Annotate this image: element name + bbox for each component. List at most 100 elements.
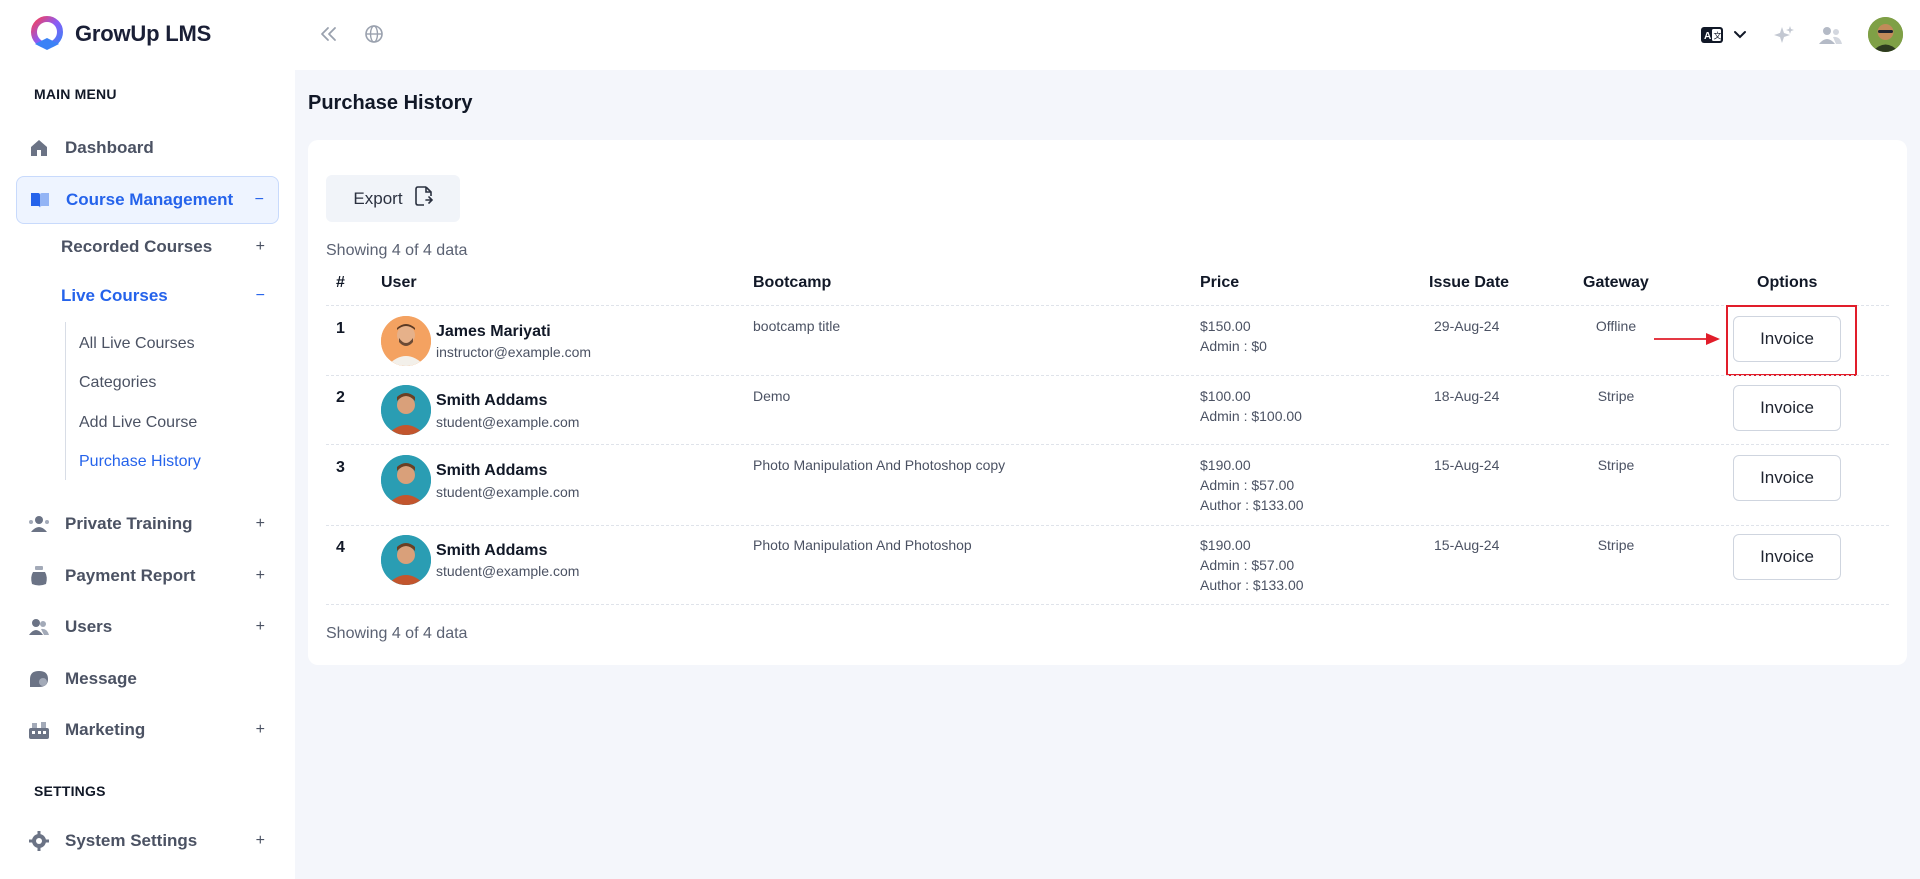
expand-toggle-icon[interactable]: +: [256, 721, 265, 739]
gateway: Stripe: [1597, 457, 1635, 473]
sidebar-item-marketing[interactable]: Marketing +: [16, 706, 279, 754]
home-icon: [28, 137, 50, 159]
row-number: 2: [336, 389, 345, 406]
language-icon[interactable]: A文: [1699, 24, 1725, 46]
collapse-sidebar-icon[interactable]: [316, 23, 342, 45]
user-avatar: [381, 316, 431, 366]
row-divider: [326, 305, 1889, 306]
pagination-summary-bottom: Showing 4 of 4 data: [326, 625, 468, 642]
gateway: Stripe: [1597, 388, 1635, 404]
sidebar-item-live-courses[interactable]: Live Courses −: [61, 279, 279, 313]
invoice-button[interactable]: Invoice: [1733, 534, 1841, 580]
price-total: $150.00: [1200, 318, 1251, 334]
main-menu-label: MAIN MENU: [34, 86, 117, 102]
expand-toggle-icon[interactable]: +: [256, 238, 265, 256]
sidebar: GrowUp LMS MAIN MENU Dashboard Course Ma…: [0, 0, 295, 879]
issue-date: 15-Aug-24: [1434, 537, 1500, 553]
sidebar-item-course-management[interactable]: Course Management −: [16, 176, 279, 224]
training-icon: [28, 513, 50, 535]
price-total: $100.00: [1200, 388, 1251, 404]
sidebar-item-categories[interactable]: Categories: [79, 369, 156, 397]
price-author: Author : $133.00: [1200, 577, 1304, 593]
pointer-arrow-icon: [1652, 331, 1722, 352]
sidebar-item-label: Payment Report: [65, 566, 196, 585]
row-divider: [326, 604, 1889, 605]
sidebar-item-system-settings[interactable]: System Settings +: [16, 817, 279, 865]
expand-toggle-icon[interactable]: +: [256, 832, 265, 850]
user-avatar: [381, 535, 431, 585]
sidebar-item-users[interactable]: Users +: [16, 603, 279, 651]
purchase-history-card: [308, 140, 1907, 665]
book-icon: [29, 189, 51, 211]
price-admin: Admin : $57.00: [1200, 477, 1295, 493]
expand-toggle-icon[interactable]: +: [256, 567, 265, 585]
sidebar-item-label: Users: [65, 617, 113, 636]
sidebar-item-label: All Live Courses: [79, 335, 195, 352]
logo-icon: [31, 16, 63, 50]
column-header-bootcamp: Bootcamp: [753, 274, 832, 291]
user-name: James Mariyati: [436, 323, 551, 340]
user-name: Smith Addams: [436, 462, 548, 479]
row-divider: [326, 375, 1889, 376]
marketing-icon: [28, 719, 50, 741]
sidebar-item-purchase-history[interactable]: Purchase History: [79, 448, 201, 476]
collapse-toggle-icon[interactable]: −: [256, 287, 265, 305]
invoice-button[interactable]: Invoice: [1733, 385, 1841, 431]
expand-toggle-icon[interactable]: +: [256, 618, 265, 636]
user-email: student@example.com: [436, 414, 580, 430]
row-number: 1: [336, 320, 345, 337]
sidebar-item-private-training[interactable]: Private Training +: [16, 500, 279, 548]
bootcamp-name: Demo: [753, 388, 791, 404]
user-email: student@example.com: [436, 484, 580, 500]
pagination-summary-top: Showing 4 of 4 data: [326, 242, 468, 259]
sidebar-item-payment-report[interactable]: Payment Report +: [16, 552, 279, 600]
row-divider: [326, 444, 1889, 445]
sidebar-item-label: Private Training: [65, 514, 193, 533]
sparkle-icon[interactable]: [1772, 23, 1796, 47]
row-divider: [326, 525, 1889, 526]
sidebar-item-label: Recorded Courses: [61, 237, 213, 256]
collapse-toggle-icon[interactable]: −: [255, 191, 264, 209]
user-name: Smith Addams: [436, 392, 548, 409]
user-email: instructor@example.com: [436, 344, 592, 360]
column-header-gateway: Gateway: [1583, 274, 1649, 291]
sidebar-item-message[interactable]: Message: [16, 655, 279, 703]
bootcamp-name: Photo Manipulation And Photoshop: [753, 537, 972, 553]
invoice-button[interactable]: Invoice: [1733, 455, 1841, 501]
issue-date: 18-Aug-24: [1434, 388, 1500, 404]
column-header-price: Price: [1200, 274, 1240, 291]
user-name: Smith Addams: [436, 542, 548, 559]
bootcamp-name: Photo Manipulation And Photoshop copy: [753, 457, 1006, 473]
user-avatar: [381, 455, 431, 505]
chevron-down-icon[interactable]: [1730, 26, 1750, 44]
issue-date: 29-Aug-24: [1434, 318, 1500, 334]
gateway: Offline: [1595, 318, 1637, 334]
globe-icon[interactable]: [362, 22, 386, 46]
sidebar-item-all-live-courses[interactable]: All Live Courses: [79, 330, 195, 358]
export-icon: [414, 186, 433, 211]
brand-name: GrowUp LMS: [75, 21, 212, 46]
sidebar-item-recorded-courses[interactable]: Recorded Courses +: [61, 230, 279, 264]
sidebar-item-label: System Settings: [65, 831, 198, 850]
avatar[interactable]: [1868, 17, 1903, 52]
brand-logo[interactable]: GrowUp LMS: [27, 14, 211, 54]
sidebar-item-dashboard[interactable]: Dashboard: [16, 124, 279, 172]
price-author: Author : $133.00: [1200, 497, 1304, 513]
sidebar-item-label: Live Courses: [61, 286, 168, 305]
sidebar-item-label: Marketing: [65, 720, 146, 739]
issue-date: 15-Aug-24: [1434, 457, 1500, 473]
user-email: student@example.com: [436, 563, 580, 579]
column-header-user: User: [381, 274, 417, 291]
price-admin: Admin : $57.00: [1200, 557, 1295, 573]
row-number: 3: [336, 459, 345, 476]
sidebar-item-label: Purchase History: [79, 453, 201, 470]
price-total: $190.00: [1200, 457, 1251, 473]
user-switch-icon[interactable]: [1818, 23, 1844, 47]
svg-text:A: A: [1704, 31, 1711, 42]
sidebar-item-label: Message: [65, 669, 137, 688]
sidebar-item-add-live-course[interactable]: Add Live Course: [79, 409, 197, 437]
page-title: Purchase History: [308, 92, 473, 114]
export-button[interactable]: Export: [326, 175, 460, 222]
expand-toggle-icon[interactable]: +: [256, 515, 265, 533]
export-label: Export: [353, 188, 403, 208]
